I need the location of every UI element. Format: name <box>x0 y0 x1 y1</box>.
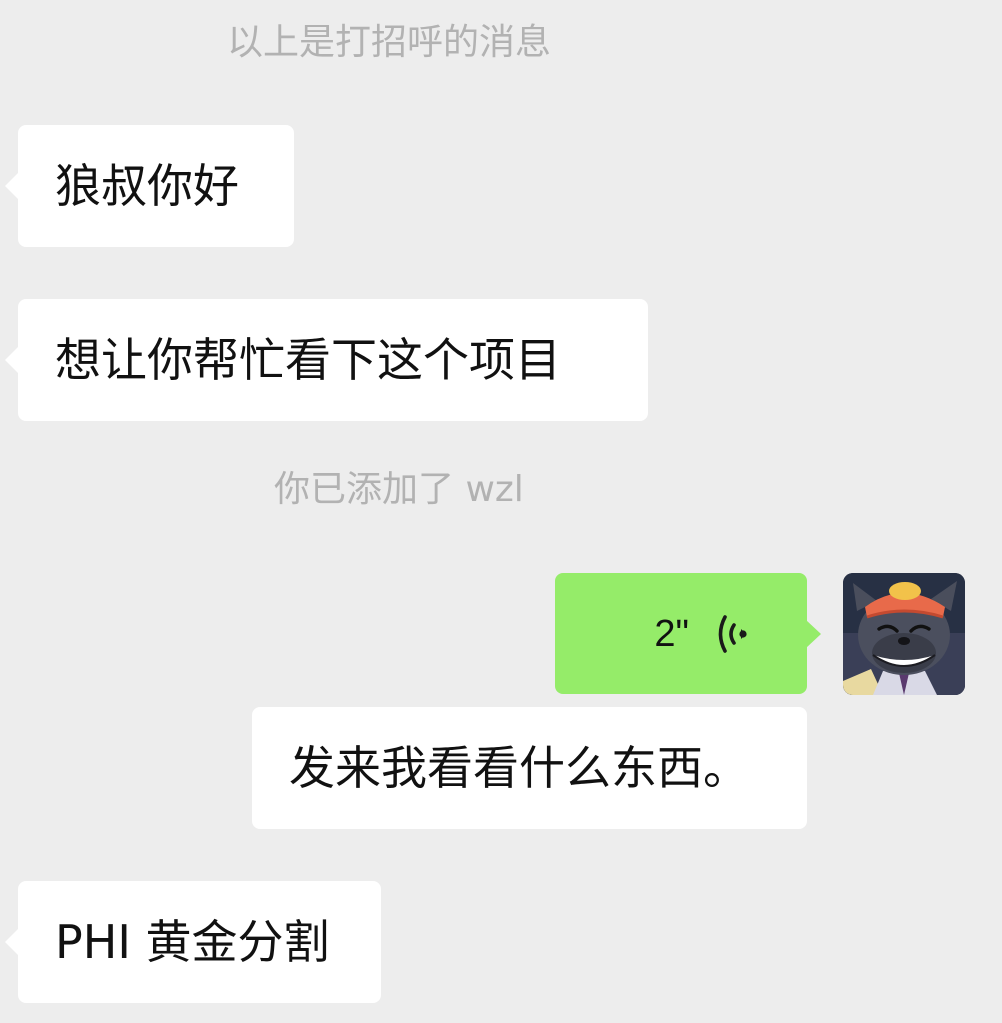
message-bubble-project[interactable]: PHI 黄金分割 <box>5 881 381 1003</box>
message-text: 狼叔你好 <box>55 159 239 213</box>
message-text: PHI 黄金分割 <box>55 915 330 969</box>
message-text: 想让你帮忙看下这个项目 <box>55 333 561 387</box>
grey-wolf-avatar-icon <box>843 573 965 695</box>
avatar[interactable] <box>843 573 965 695</box>
message-bubble-reply[interactable]: 发来我看看什么东西。 <box>252 707 807 829</box>
voice-wave-icon <box>718 614 747 653</box>
message-bubble-request[interactable]: 想让你帮忙看下这个项目 <box>5 299 648 421</box>
message-text: 发来我看看什么东西。 <box>289 741 749 795</box>
system-notice-added: 你已添加了 wzl <box>274 469 524 510</box>
system-notice-greeting: 以上是打招呼的消息 <box>227 22 552 63</box>
voice-duration: 2" <box>654 612 689 655</box>
voice-message-bubble[interactable]: 2" <box>555 573 821 694</box>
message-bubble-greeting[interactable]: 狼叔你好 <box>5 125 294 247</box>
chat-window: 以上是打招呼的消息 狼叔你好 想让你帮忙看下这个项目 你已添加了 wzl 2" <box>0 0 1002 1023</box>
